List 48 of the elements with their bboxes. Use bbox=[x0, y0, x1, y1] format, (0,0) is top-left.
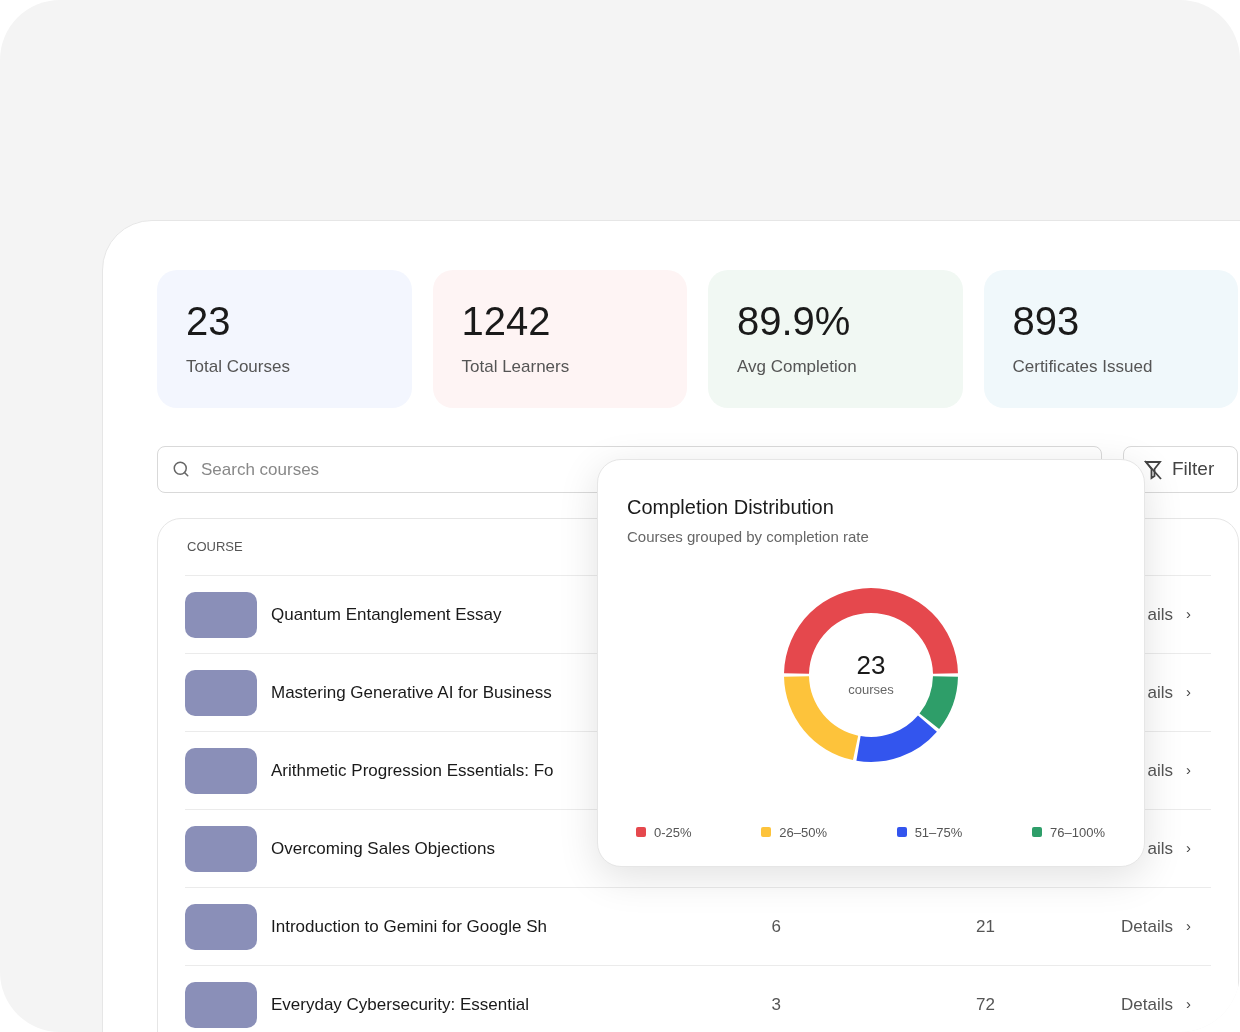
search-field[interactable]: Search courses bbox=[157, 446, 1102, 493]
stat-value: 89.9% bbox=[737, 298, 851, 344]
chevron-icon: › bbox=[1186, 837, 1191, 860]
center-label: courses bbox=[848, 680, 894, 699]
chevron-icon: › bbox=[1186, 915, 1191, 938]
course-thumbnail bbox=[185, 669, 257, 716]
table-cell-text: 3 bbox=[771, 993, 781, 1016]
course-title: Overcoming Sales Objections bbox=[271, 837, 496, 860]
chevron-icon: › bbox=[1186, 681, 1191, 704]
chevron-icon: › bbox=[1186, 603, 1191, 626]
details-link[interactable]: Details bbox=[1121, 913, 1173, 940]
course-title: Quantum Entanglement Essay bbox=[271, 603, 503, 626]
legend-label: 0-25% bbox=[654, 823, 692, 842]
center-value: 23 bbox=[856, 649, 886, 680]
course-thumbnail bbox=[185, 903, 257, 950]
table-cell-text: 72 bbox=[976, 993, 995, 1016]
funnel-off-icon bbox=[1144, 459, 1162, 480]
details-link[interactable]: ails bbox=[1147, 679, 1173, 706]
course-thumbnail bbox=[185, 825, 257, 872]
course-title: Mastering Generative AI for Business bbox=[271, 681, 553, 704]
column-header: COURSE bbox=[187, 538, 243, 557]
legend-label: 51–75% bbox=[914, 823, 963, 842]
course-title: Arithmetic Progression Essentials: Fo bbox=[271, 759, 555, 782]
chevron-icon: › bbox=[1186, 759, 1191, 782]
chevron-icon: › bbox=[1186, 993, 1191, 1016]
details-link[interactable]: ails bbox=[1147, 757, 1173, 784]
course-title: Introduction to Gemini for Google Sh bbox=[271, 915, 548, 938]
course-thumbnail bbox=[185, 981, 257, 1028]
table-cell-text: 21 bbox=[976, 915, 995, 938]
details-link[interactable]: Details bbox=[1121, 991, 1173, 1018]
stat-value: 893 bbox=[1012, 298, 1080, 344]
stat-label: Avg Completion bbox=[737, 356, 857, 378]
stat-value: 1242 bbox=[461, 298, 551, 344]
course-title: Everyday Cybersecurity: Essential bbox=[271, 993, 530, 1016]
popover-title: Completion Distribution bbox=[627, 495, 835, 520]
course-thumbnail bbox=[185, 591, 257, 638]
legend-label: 26–50% bbox=[779, 823, 827, 842]
details-link[interactable]: ails bbox=[1147, 835, 1173, 862]
stat-label: Certificates Issued bbox=[1012, 356, 1153, 378]
popover-subtitle: Courses grouped by completion rate bbox=[627, 527, 870, 547]
table-cell-text: 6 bbox=[771, 915, 781, 938]
details-link[interactable]: ails bbox=[1147, 601, 1173, 628]
stat-value: 23 bbox=[186, 298, 231, 344]
stat-label: Total Courses bbox=[186, 356, 290, 378]
legend-label: 76–100% bbox=[1050, 823, 1105, 842]
search-icon bbox=[172, 460, 190, 478]
course-thumbnail bbox=[185, 747, 257, 794]
stat-label: Total Learners bbox=[461, 356, 570, 378]
